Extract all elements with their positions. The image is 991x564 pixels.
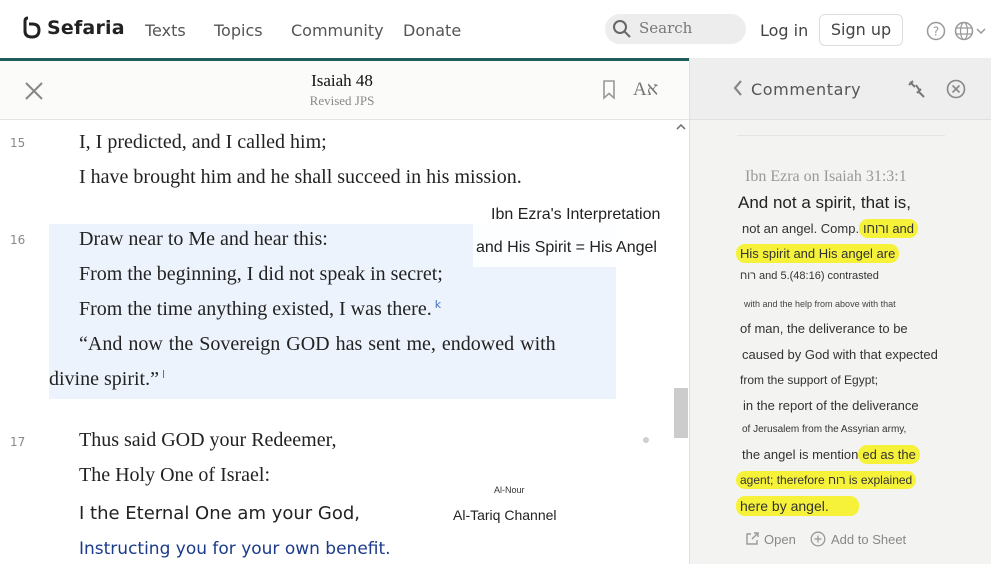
close-icon[interactable] (24, 81, 44, 101)
open-external-icon (746, 532, 759, 545)
verse-line-text: From the time anything existed, I was th… (79, 298, 432, 320)
scrollbar-thumb[interactable] (674, 388, 688, 438)
commentary-panel: Commentary Ibn Ezra on Isaiah 31:3:1 And… (689, 58, 991, 564)
text-options-icon[interactable]: Aא (633, 79, 658, 101)
highlighted-text: His spirit and His angel are (736, 244, 900, 263)
commentary-line: of Jerusalem from the Assyrian army, (742, 424, 907, 435)
footnote-marker[interactable]: k (435, 298, 441, 311)
overlay-caption-line: and His Spirit = His Angel (476, 239, 657, 256)
commentary-line: רוח and 5.(48:16) contrasted (740, 270, 879, 282)
verse-line: divine spirit.” l (49, 368, 165, 391)
watermark-label: Al-Nour (494, 485, 525, 495)
nav-community[interactable]: Community (291, 21, 384, 40)
globe-language-icon[interactable] (954, 21, 988, 41)
verse-line: I, I predicted, and I called him; (79, 131, 327, 153)
sefaria-logo-icon (23, 16, 41, 39)
commentary-line: in the report of the deliverance (743, 398, 919, 413)
top-navigation-bar: Sefaria Texts Topics Community Donate Se… (0, 0, 991, 60)
commentary-line: of man, the deliverance to be (740, 321, 908, 336)
add-to-sheet-button[interactable]: Add to Sheet (810, 531, 906, 547)
commentary-source-title[interactable]: Ibn Ezra on Isaiah 31:3:1 (745, 168, 907, 186)
commentary-line: the angel is mention ed as the (742, 445, 920, 464)
search-placeholder: Search (639, 19, 693, 37)
reader-panel: Isaiah 48 Revised JPS Aא 15 I, I predict… (0, 61, 689, 564)
verse-line: I have brought him and he shall succeed … (79, 166, 522, 188)
search-icon (613, 20, 631, 38)
commentary-line: And not a spirit, that is, (738, 193, 911, 212)
channel-watermark: Al-Tariq Channel (453, 507, 557, 523)
commentary-line: with and the help from above with that (744, 299, 896, 309)
sefaria-logo[interactable]: Sefaria (22, 16, 125, 40)
add-to-sheet-label: Add to Sheet (831, 531, 907, 547)
nav-texts[interactable]: Texts (145, 21, 186, 40)
commentary-divider (737, 135, 945, 136)
verse-line: Draw near to Me and hear this: (79, 228, 328, 250)
verse-number[interactable]: 15 (10, 136, 25, 150)
verse-number[interactable]: 16 (10, 233, 25, 247)
login-link[interactable]: Log in (760, 21, 808, 40)
unlink-icon[interactable] (907, 79, 927, 99)
scroll-up-arrow-icon[interactable] (674, 121, 688, 133)
logo-text: Sefaria (47, 17, 125, 39)
verse-line: From the time anything existed, I was th… (79, 298, 441, 321)
highlighted-text: agent; therefore רוח is explained (736, 471, 917, 489)
open-link[interactable]: Open (744, 531, 796, 547)
chevron-left-icon[interactable] (732, 79, 744, 97)
signup-button[interactable]: Sign up (819, 14, 903, 46)
verse-line: The Holy One of Israel: (79, 464, 271, 486)
scroll-indicator-dot (643, 437, 649, 443)
nav-donate[interactable]: Donate (403, 21, 461, 40)
open-label: Open (764, 531, 796, 547)
highlighted-text: here by angel. (736, 496, 859, 516)
commentary-line: caused by God with that expected (742, 347, 938, 362)
footnote-marker[interactable]: l (162, 368, 165, 381)
nav-topics[interactable]: Topics (214, 21, 263, 40)
commentary-line: not an angel. Comp. ורוחו and (742, 219, 919, 238)
bookmark-icon[interactable] (602, 80, 616, 100)
commentary-text: not an angel. Comp. (742, 221, 860, 236)
close-circle-icon[interactable] (946, 79, 966, 99)
verse-number[interactable]: 17 (10, 435, 25, 449)
commentary-line: from the support of Egypt; (740, 373, 879, 387)
commentary-header: Commentary (690, 58, 991, 120)
verse-line: I the Eternal One am your God, (79, 503, 361, 524)
reader-header: Isaiah 48 Revised JPS Aא (0, 61, 689, 120)
verse-line: Thus said GOD your Redeemer, (79, 429, 337, 451)
book-title[interactable]: Isaiah 48 (242, 71, 442, 91)
svg-text:?: ? (933, 25, 939, 39)
search-input[interactable]: Search (605, 14, 746, 44)
overlay-caption-line: Ibn Ezra's Interpretation (491, 206, 661, 223)
verse-line: “And now the Sovereign GOD has sent me, … (79, 333, 556, 355)
version-title[interactable]: Revised JPS (242, 93, 442, 109)
commentary-title[interactable]: Commentary (751, 80, 861, 99)
highlighted-text: ורוחו and (859, 219, 919, 238)
highlighted-text: ed as the (858, 445, 920, 464)
verse-line-text: divine spirit.” (49, 368, 159, 390)
commentary-text: the angel is mention (742, 447, 859, 462)
plus-circle-icon (810, 531, 826, 547)
verse-line: Instructing you for your own benefit. (79, 539, 391, 559)
verse-line: From the beginning, I did not speak in s… (79, 263, 443, 285)
help-icon[interactable]: ? (926, 21, 946, 41)
